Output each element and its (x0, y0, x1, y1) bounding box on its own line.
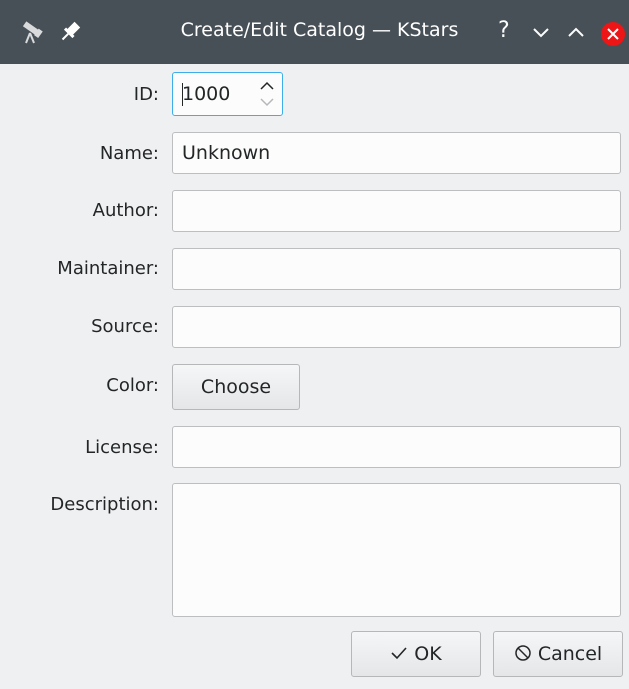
id-label: ID: (133, 84, 159, 105)
spin-up-icon (260, 81, 274, 90)
window-titlebar: Create/Edit Catalog — KStars ? (0, 0, 629, 64)
text-cursor (182, 83, 183, 106)
id-value[interactable]: 1000 (182, 83, 230, 105)
window-title: Create/Edit Catalog — KStars (180, 19, 459, 41)
checkmark-icon (391, 647, 407, 660)
help-button[interactable]: ? (498, 16, 510, 46)
maintainer-field[interactable] (172, 248, 621, 290)
color-label: Color: (106, 375, 159, 396)
description-textarea[interactable] (172, 483, 621, 617)
license-field[interactable] (172, 426, 621, 468)
telescope-icon (22, 21, 43, 44)
spin-down-icon (260, 98, 274, 107)
maintainer-label: Maintainer: (57, 258, 159, 279)
spin-arrows[interactable] (256, 77, 278, 111)
source-label: Source: (91, 316, 159, 337)
close-icon (607, 28, 619, 40)
minimize-icon[interactable] (531, 24, 551, 40)
maximize-icon[interactable] (566, 24, 586, 40)
name-field[interactable]: Unknown (172, 132, 621, 174)
cancel-label: Cancel (537, 643, 603, 665)
ok-button[interactable]: OK (351, 631, 481, 677)
description-label: Description: (50, 494, 159, 515)
id-spinbox[interactable]: 1000 (172, 72, 283, 116)
cancel-icon (515, 645, 531, 661)
name-label: Name: (99, 143, 159, 164)
name-value[interactable]: Unknown (182, 142, 270, 164)
pin-icon[interactable] (58, 18, 84, 44)
license-label: License: (85, 437, 159, 458)
author-label: Author: (92, 200, 159, 221)
author-field[interactable] (172, 190, 621, 232)
close-button[interactable] (601, 22, 625, 46)
cancel-button[interactable]: Cancel (493, 631, 623, 677)
source-field[interactable] (172, 306, 621, 348)
choose-color-button[interactable]: Choose (172, 364, 300, 410)
ok-label: OK (414, 643, 442, 665)
